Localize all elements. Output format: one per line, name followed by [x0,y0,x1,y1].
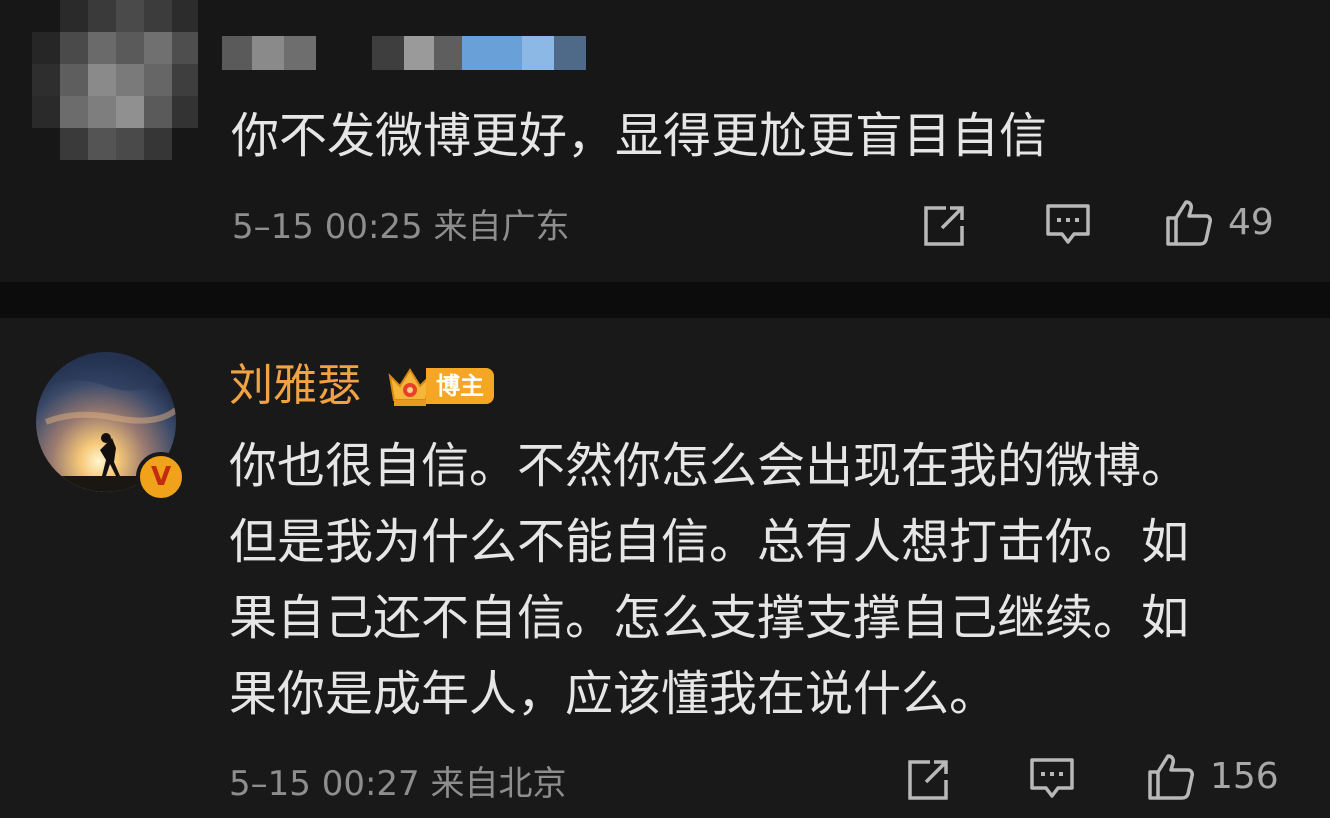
share-button[interactable] [922,204,968,248]
comment-text-line: 果自己还不自信。怎么支撑支撑自己继续。如 [229,590,1190,646]
comment-item: V 刘雅瑟 博主 你也很自信。不然你怎么会出现在我的微博。 但是我为什么不能自信… [0,318,1330,818]
host-badge: 博主 [426,368,494,404]
comment-timestamp: 5–15 00:25 来自广东 [232,207,570,247]
comment-text-line: 但是我为什么不能自信。总有人想打击你。如 [229,514,1190,570]
comment-timestamp: 5–15 00:27 来自北京 [229,764,567,804]
author-name[interactable]: 刘雅瑟 [229,358,361,414]
verified-badge-icon: V [136,452,186,502]
like-icon [1148,754,1194,800]
like-icon [1166,200,1212,246]
blurred-username[interactable] [222,36,587,70]
comment-text: 你不发微博更好，显得更尬更盲目自信 [231,108,1048,164]
comment-icon [1046,204,1090,244]
comment-text-line: 果你是成年人，应该懂我在说什么。 [229,666,998,722]
like-count: 49 [1228,202,1274,243]
comment-button[interactable] [1044,202,1092,248]
divider [0,282,1330,318]
like-count: 156 [1210,756,1279,797]
share-button[interactable] [906,758,952,802]
comment-button[interactable] [1028,756,1076,802]
comment-icon [1030,758,1074,798]
share-icon [908,760,948,800]
like-button[interactable]: 156 [1146,752,1279,802]
like-button[interactable]: 49 [1164,198,1274,248]
comment-item: 你不发微博更好，显得更尬更盲目自信 5–15 00:25 来自广东 49 [0,0,1330,282]
comment-feed: 你不发微博更好，显得更尬更盲目自信 5–15 00:25 来自广东 49 V 刘… [0,0,1330,818]
blurred-avatar[interactable] [30,0,198,160]
share-icon [924,206,964,246]
comment-text-line: 你也很自信。不然你怎么会出现在我的微博。 [229,438,1190,494]
